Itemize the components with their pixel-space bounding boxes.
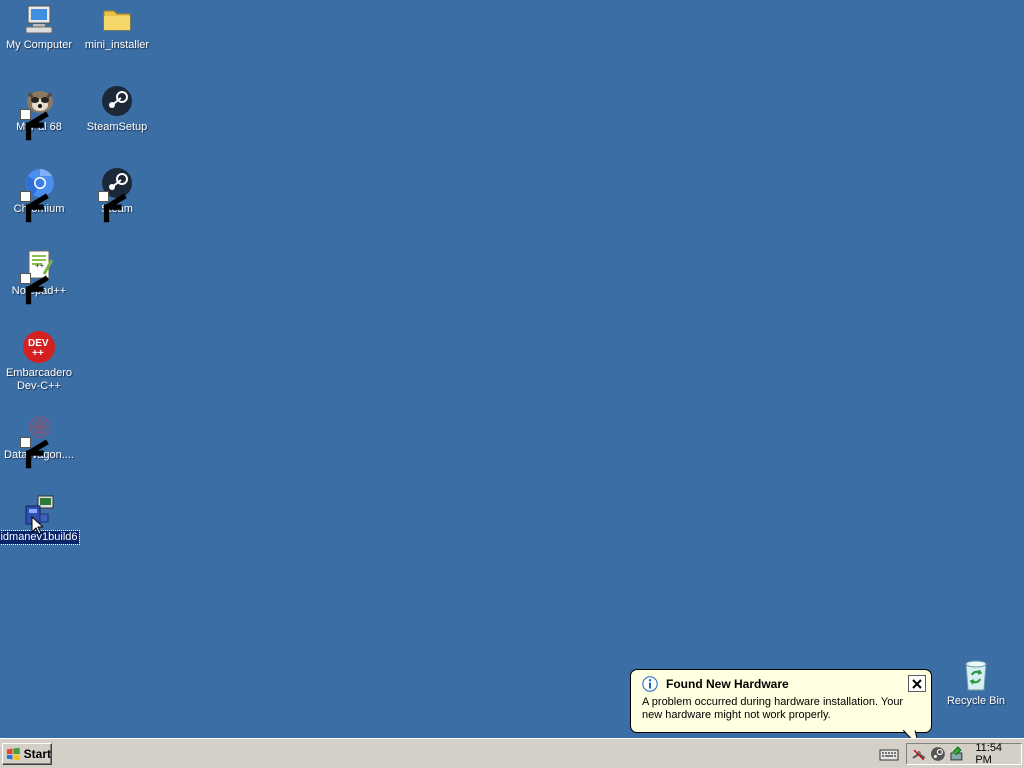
desktop-icon-datawagon[interactable]: DataWagon.... [0, 412, 78, 469]
desktop-icon-devcpp[interactable]: DEV ++ Embarcadero Dev-C++ [0, 330, 78, 393]
clock[interactable]: 11:54 PM [975, 742, 1021, 766]
taskbar: Start 11:54 PM [0, 738, 1024, 768]
desktop-icon-label: Recycle Bin [946, 695, 1006, 707]
steam-icon [98, 166, 134, 223]
svg-text:++: ++ [35, 261, 45, 270]
desktop-icon-label: mini_installer [84, 39, 150, 51]
steam-icon [100, 84, 134, 118]
desktop-icon-label: My Computer [5, 39, 73, 51]
steam-tray-icon[interactable] [930, 746, 946, 762]
shortcut-arrow-icon [98, 191, 127, 223]
raccoon-icon [20, 84, 56, 141]
balloon-close-button[interactable] [908, 675, 926, 692]
system-tray: 11:54 PM [906, 742, 1022, 766]
svg-text:++: ++ [32, 348, 44, 359]
desktop-icon-mini-installer[interactable]: mini_installer [78, 2, 156, 52]
network-icon[interactable] [911, 746, 927, 762]
safely-remove-hardware-icon[interactable] [949, 746, 965, 762]
desktop: My Computer mini_installer MyPal 68 Stea… [0, 0, 1024, 738]
desktop-icon-notepad-plus-plus[interactable]: ++ Notepad++ [0, 248, 78, 305]
desktop-icon-steamsetup[interactable]: SteamSetup [78, 84, 156, 134]
desktop-icon-recycle-bin[interactable]: Recycle Bin [937, 658, 1015, 708]
balloon-message: A problem occurred during hardware insta… [642, 696, 904, 721]
desktop-icon-steam[interactable]: Steam [78, 166, 156, 223]
folder-icon [100, 2, 134, 36]
windows-logo-icon [6, 747, 20, 761]
chromium-icon [20, 166, 56, 223]
close-icon [912, 678, 922, 689]
dev-cpp-icon: DEV ++ [22, 330, 56, 364]
balloon-title: Found New Hardware [666, 677, 789, 691]
keyboard-icon[interactable] [879, 746, 899, 762]
desktop-icon-mypal[interactable]: MyPal 68 [0, 84, 78, 141]
info-icon [642, 676, 658, 692]
notification-balloon[interactable]: Found New Hardware A problem occurred du… [630, 669, 932, 748]
shortcut-arrow-icon [20, 109, 49, 141]
start-button[interactable]: Start [2, 743, 52, 765]
start-label: Start [23, 747, 51, 761]
my-computer-icon [22, 2, 56, 36]
desktop-icon-chromium[interactable]: Chromium [0, 166, 78, 223]
desktop-icon-my-computer[interactable]: My Computer [0, 2, 78, 52]
shortcut-arrow-icon [20, 273, 49, 305]
desktop-icon-label: SteamSetup [86, 121, 148, 133]
shortcut-arrow-icon [20, 191, 49, 223]
recycle-bin-icon [959, 658, 993, 692]
datawagon-icon [20, 412, 56, 469]
notepad-plus-plus-icon: ++ [20, 248, 56, 305]
mouse-pointer-icon [31, 516, 43, 535]
desktop-icon-label: Embarcadero Dev-C++ [5, 367, 73, 392]
shortcut-arrow-icon [20, 437, 49, 469]
